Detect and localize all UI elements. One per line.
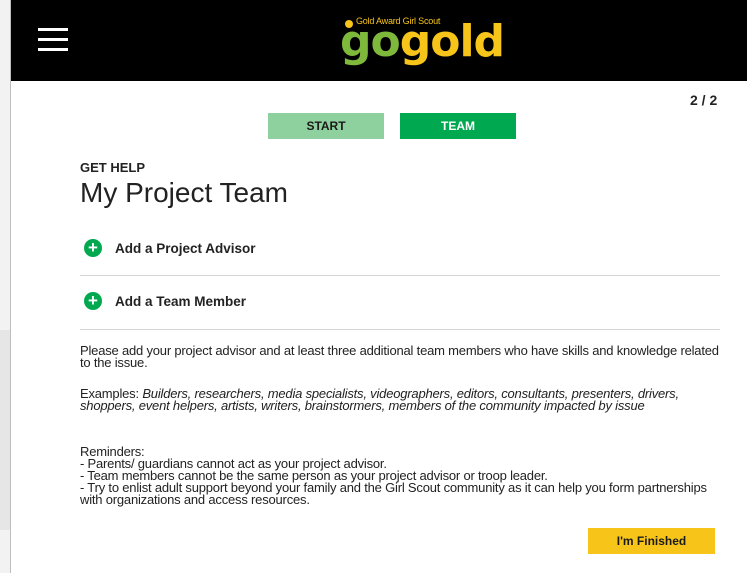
reminders-block: Reminders: - Parents/ guardians cannot a… bbox=[80, 445, 720, 507]
add-advisor-label: Add a Project Advisor bbox=[115, 241, 256, 256]
plus-circle-icon: + bbox=[84, 292, 102, 310]
logo-go: go bbox=[340, 16, 401, 67]
gogold-logo[interactable]: Gold Award Girl Scout gogold bbox=[329, 16, 505, 66]
section-eyebrow: GET HELP bbox=[80, 160, 146, 175]
app-header: Gold Award Girl Scout gogold bbox=[11, 0, 747, 81]
plus-circle-icon: + bbox=[84, 239, 102, 257]
add-team-member-button[interactable]: + Add a Team Member bbox=[80, 276, 720, 330]
page-title: My Project Team bbox=[80, 177, 288, 208]
tab-start[interactable]: START bbox=[268, 113, 384, 139]
hamburger-menu-icon[interactable] bbox=[38, 28, 68, 52]
examples-text: Examples: Builders, researchers, media s… bbox=[80, 386, 720, 413]
left-frame-border bbox=[10, 0, 11, 573]
left-frame-shade bbox=[0, 330, 10, 530]
tab-team[interactable]: TEAM bbox=[400, 113, 516, 139]
finish-button[interactable]: I'm Finished bbox=[588, 528, 715, 554]
add-project-advisor-button[interactable]: + Add a Project Advisor bbox=[80, 222, 720, 276]
logo-gold: gold bbox=[399, 16, 505, 67]
divider bbox=[80, 329, 720, 330]
intro-text: Please add your project advisor and at l… bbox=[80, 343, 719, 370]
examples-list: Builders, researchers, media specialists… bbox=[80, 386, 679, 413]
add-member-label: Add a Team Member bbox=[115, 294, 247, 309]
logo-wordmark: gogold bbox=[340, 20, 505, 64]
reminder-item: - Try to enlist adult support beyond you… bbox=[80, 480, 707, 507]
page-counter: 2 / 2 bbox=[690, 92, 718, 108]
